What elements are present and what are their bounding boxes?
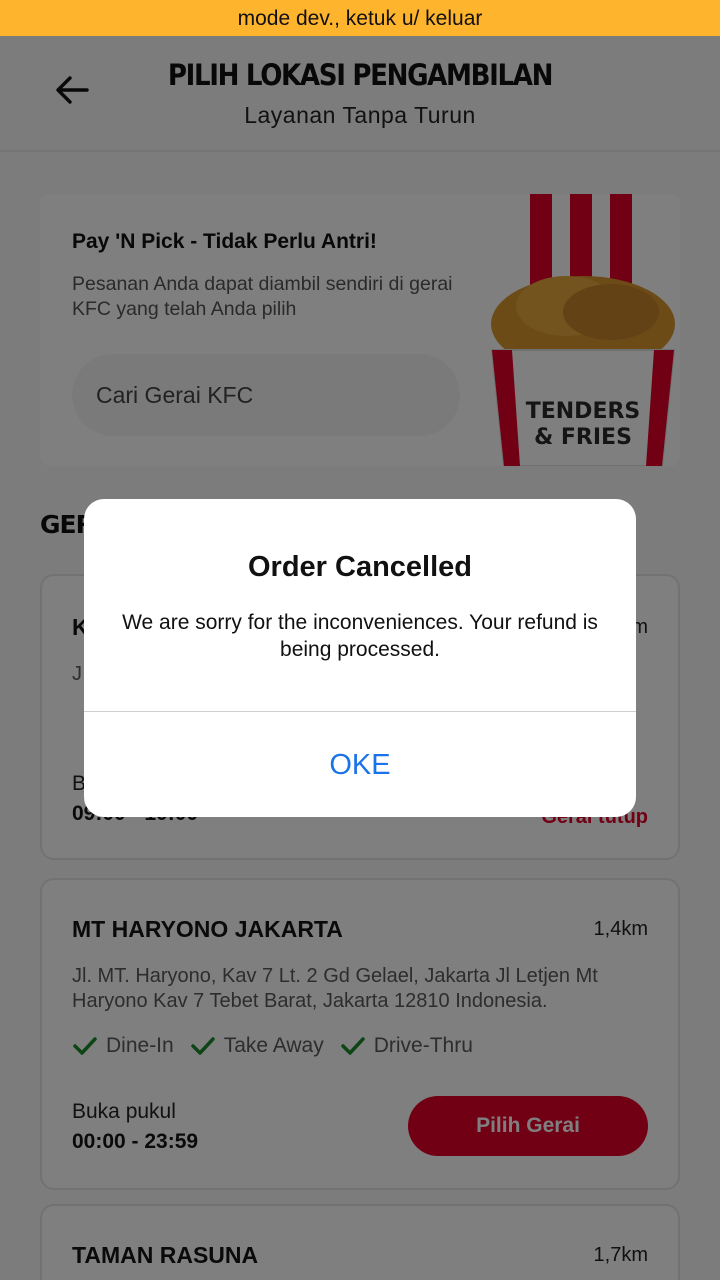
dialog-title: Order Cancelled [247,551,473,583]
order-cancelled-dialog: Order Cancelled We are sorry for the inc… [84,499,636,817]
ok-button[interactable]: OKE [84,712,636,817]
dialog-message: We are sorry for the inconveniences. You… [122,611,598,661]
dev-mode-banner[interactable]: mode dev., ketuk u/ keluar [0,0,720,36]
